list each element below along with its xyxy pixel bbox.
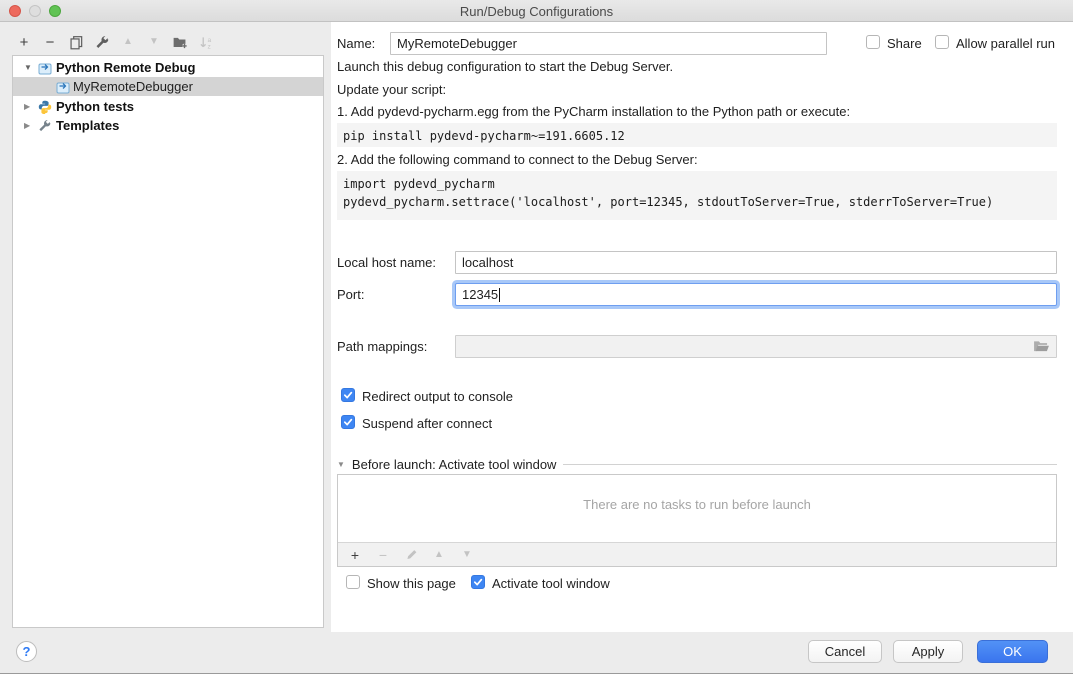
remote-debug-config-icon <box>38 61 52 75</box>
allow-parallel-run-label: Allow parallel run <box>956 36 1055 51</box>
suspend-after-connect-checkbox[interactable] <box>341 415 355 429</box>
pip-install-code: pip install pydevd-pycharm~=191.6605.12 <box>337 123 1057 147</box>
section-collapse-icon[interactable]: ▼ <box>337 460 345 469</box>
python-icon <box>38 100 52 114</box>
new-folder-icon[interactable] <box>171 33 189 51</box>
remove-icon[interactable]: − <box>41 33 59 51</box>
remote-debug-config-icon <box>56 80 70 94</box>
ok-button[interactable]: OK <box>977 640 1048 663</box>
svg-text:z: z <box>207 43 210 49</box>
activate-tool-window-label: Activate tool window <box>492 576 610 591</box>
collapse-arrow-icon[interactable]: ▶ <box>24 121 30 130</box>
help-button[interactable]: ? <box>16 641 37 662</box>
move-task-down-icon[interactable]: ▼ <box>458 546 476 564</box>
collapse-arrow-icon[interactable]: ▶ <box>24 102 30 111</box>
remove-task-icon[interactable]: − <box>374 546 392 564</box>
settrace-code-line1: import pydevd_pycharm <box>343 177 495 191</box>
tasks-toolbar: + − ▲ ▼ <box>338 542 1056 566</box>
settrace-code-line2: pydevd_pycharm.settrace('localhost', por… <box>343 195 993 209</box>
redirect-output-label: Redirect output to console <box>362 389 513 404</box>
edit-templates-wrench-icon[interactable] <box>93 33 111 51</box>
before-launch-label: Before launch: Activate tool window <box>352 457 557 472</box>
titlebar: Run/Debug Configurations <box>0 0 1073 22</box>
port-input[interactable]: 12345 <box>455 283 1057 306</box>
help-icon: ? <box>23 644 31 659</box>
cancel-button[interactable]: Cancel <box>808 640 882 663</box>
name-label: Name: <box>337 36 375 51</box>
edit-task-icon[interactable] <box>402 546 420 564</box>
tree-item-label: MyRemoteDebugger <box>73 79 193 94</box>
tree-item-templates[interactable]: ▶ Templates <box>13 116 323 135</box>
port-label: Port: <box>337 287 364 302</box>
tree-item-python-remote-debug[interactable]: ▼ Python Remote Debug <box>13 58 323 77</box>
browse-folder-icon[interactable] <box>1033 340 1050 353</box>
run-debug-configurations-dialog: Run/Debug Configurations + − ▲ ▼ az ▼ Py… <box>0 0 1073 674</box>
step1-text: 1. Add pydevd-pycharm.egg from the PyCha… <box>337 104 850 119</box>
configuration-form: Name: Share Allow parallel run Launch th… <box>331 22 1073 632</box>
share-label: Share <box>887 36 922 51</box>
apply-button[interactable]: Apply <box>893 640 963 663</box>
add-task-icon[interactable]: + <box>346 546 364 564</box>
tree-item-label: Templates <box>56 118 119 133</box>
text-cursor <box>499 288 500 302</box>
move-down-icon[interactable]: ▼ <box>145 33 163 51</box>
move-task-up-icon[interactable]: ▲ <box>430 546 448 564</box>
local-host-name-label: Local host name: <box>337 255 436 270</box>
empty-tasks-text: There are no tasks to run before launch <box>338 497 1056 512</box>
before-launch-section-header[interactable]: ▼ Before launch: Activate tool window <box>337 457 1057 472</box>
path-mappings-input <box>455 335 1057 358</box>
redirect-output-checkbox[interactable] <box>341 388 355 402</box>
expand-arrow-icon[interactable]: ▼ <box>24 63 32 72</box>
suspend-after-connect-label: Suspend after connect <box>362 416 492 431</box>
port-value: 12345 <box>462 287 498 302</box>
show-this-page-label: Show this page <box>367 576 456 591</box>
show-this-page-checkbox[interactable] <box>346 575 360 589</box>
allow-parallel-run-checkbox[interactable] <box>935 35 949 49</box>
configurations-tree: ▼ Python Remote Debug MyRemoteDebugger ▶… <box>12 55 324 628</box>
move-up-icon[interactable]: ▲ <box>119 33 137 51</box>
share-checkbox[interactable] <box>866 35 880 49</box>
update-script-text: Update your script: <box>337 82 446 97</box>
path-mappings-label: Path mappings: <box>337 339 427 354</box>
window-title: Run/Debug Configurations <box>0 4 1073 19</box>
section-divider <box>563 464 1057 465</box>
tree-item-python-tests[interactable]: ▶ Python tests <box>13 97 323 116</box>
activate-tool-window-checkbox[interactable] <box>471 575 485 589</box>
settrace-code: import pydevd_pycharm pydevd_pycharm.sett… <box>337 171 1057 220</box>
step2-text: 2. Add the following command to connect … <box>337 152 698 167</box>
tree-item-label: Python Remote Debug <box>56 60 195 75</box>
add-icon[interactable]: + <box>15 33 33 51</box>
intro-text: Launch this debug configuration to start… <box>337 59 673 74</box>
templates-wrench-icon <box>38 119 52 133</box>
name-input[interactable] <box>390 32 827 55</box>
sort-alphabetically-icon[interactable]: az <box>197 33 215 51</box>
local-host-name-input[interactable] <box>455 251 1057 274</box>
tree-item-myremotedebugger[interactable]: MyRemoteDebugger <box>13 77 323 96</box>
copy-icon[interactable] <box>67 33 85 51</box>
before-launch-tasks-box: There are no tasks to run before launch … <box>337 474 1057 567</box>
dialog-footer: ? Cancel Apply OK <box>0 632 1073 674</box>
configurations-toolbar: + − ▲ ▼ az <box>15 31 215 53</box>
tree-item-label: Python tests <box>56 99 134 114</box>
